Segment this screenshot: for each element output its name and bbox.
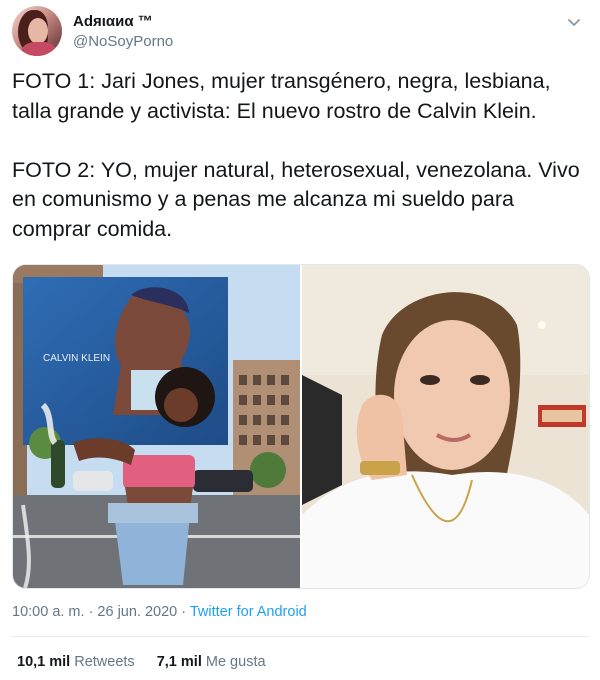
author-name[interactable]: Adяιαиα ™ <box>73 13 153 30</box>
chevron-down-icon[interactable] <box>566 14 582 30</box>
avatar-shirt <box>22 42 56 56</box>
photo-1[interactable]: CALVIN KLEIN <box>13 265 300 588</box>
timestamp[interactable]: 10:00 a. m. · 26 jun. 2020 <box>12 604 177 620</box>
tweet-media: CALVIN KLEIN <box>12 264 590 589</box>
tweet-text: FOTO 1: Jari Jones, mujer transgénero, n… <box>12 69 580 241</box>
tweet-header: Adяιαиα ™ @NoSoyPorno <box>12 6 588 58</box>
tweet-meta: 10:00 a. m. · 26 jun. 2020 · Twitter for… <box>12 604 307 620</box>
retweets-label: Retweets <box>74 654 135 670</box>
likes-stat[interactable]: 7,1 mil Me gusta <box>157 654 266 670</box>
divider <box>12 636 588 637</box>
avatar-face <box>28 18 48 44</box>
likes-count: 7,1 mil <box>156 654 202 670</box>
author-handle[interactable]: @NoSoyPorno <box>73 33 173 50</box>
avatar[interactable] <box>12 6 62 56</box>
photo-1-illustration: CALVIN KLEIN <box>13 265 300 588</box>
meta-separator: · <box>177 604 190 620</box>
tweet-stats: 10,1 mil Retweets 7,1 mil Me gusta <box>17 654 266 670</box>
retweets-stat[interactable]: 10,1 mil Retweets <box>17 654 135 670</box>
photo-2[interactable] <box>302 265 589 588</box>
tweet: Adяιαиα ™ @NoSoyPorno FOTO 1: Jari Jones… <box>0 0 600 680</box>
likes-label: Me gusta <box>205 654 266 670</box>
source-link[interactable]: Twitter for Android <box>190 604 307 620</box>
billboard-logo-text: CALVIN KLEIN <box>43 353 110 364</box>
retweets-count: 10,1 mil <box>17 654 71 670</box>
photo-2-illustration <box>302 265 589 588</box>
